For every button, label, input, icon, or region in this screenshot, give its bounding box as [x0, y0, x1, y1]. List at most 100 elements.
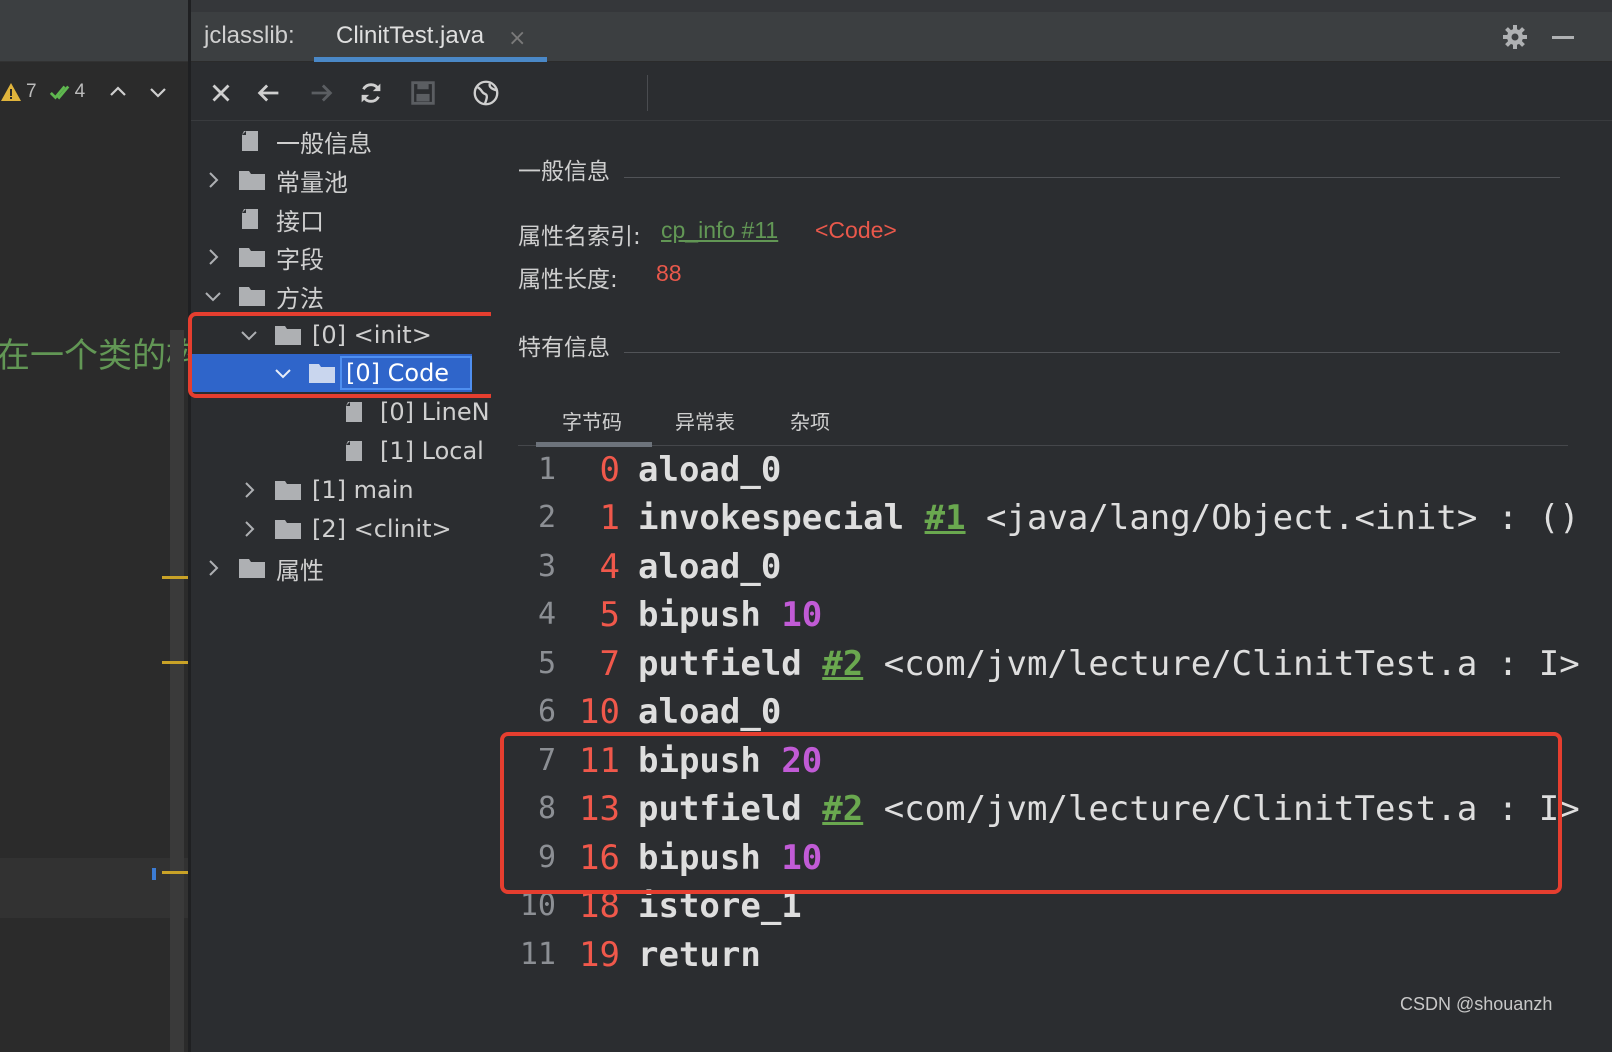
offset: 0: [599, 450, 620, 490]
caret-marker: [152, 868, 156, 880]
tree-item-label: 属性: [276, 556, 324, 585]
tree-item-label: [1] main: [312, 476, 414, 504]
tree-item-interfaces[interactable]: 接口: [238, 200, 324, 238]
scroll-marker[interactable]: [162, 661, 188, 664]
offset: 10: [579, 692, 620, 732]
tree-item-label: [2] <clinit>: [312, 515, 452, 543]
toolbar-separator: [647, 75, 648, 111]
opcode: putfield: [638, 644, 802, 684]
watermark: CSDN @shouanzh: [1400, 994, 1553, 1014]
section-title-specific: 特有信息: [518, 335, 610, 361]
opcode: bipush: [638, 595, 761, 635]
section-divider: [624, 177, 1560, 178]
line-number: 3: [537, 549, 556, 584]
tree-item-line-number-table[interactable]: [0] LineN: [342, 393, 490, 431]
line-number: 6: [537, 694, 556, 729]
tab-bytecode[interactable]: 字节码: [562, 406, 622, 435]
tree-item-label: [1] Local: [380, 437, 484, 465]
chevron-right-icon[interactable]: [238, 479, 260, 501]
scroll-marker[interactable]: [162, 871, 188, 874]
next-highlight-icon[interactable]: [147, 81, 169, 103]
previous-highlight-icon[interactable]: [107, 81, 129, 103]
tree-item-label: 一般信息: [276, 129, 372, 158]
folder-icon: [239, 559, 265, 578]
chevron-right-icon[interactable]: [202, 557, 224, 579]
ref-comment: <java/lang/Object.<init> : (): [986, 498, 1580, 538]
active-tab-indicator: [314, 57, 547, 62]
chevron-right-icon[interactable]: [238, 518, 260, 540]
folder-icon: [239, 287, 265, 306]
opcode: return: [638, 935, 761, 975]
minimize-icon[interactable]: [1552, 36, 1574, 39]
back-icon[interactable]: [253, 77, 285, 109]
tree-item-fields[interactable]: 字段: [202, 238, 324, 276]
line-number: 4: [537, 597, 556, 632]
tree-item-label: [0] LineN: [380, 398, 490, 426]
warning-icon: [1, 83, 21, 101]
tree-item-method-main[interactable]: [1] main: [238, 471, 414, 509]
forward-icon[interactable]: [305, 77, 337, 109]
chevron-right-icon[interactable]: [202, 169, 224, 191]
opcode: aload_0: [638, 450, 782, 490]
double-check-icon: [49, 85, 69, 100]
editor-scrollbar[interactable]: [170, 330, 184, 1052]
detail-tabs: 字节码 异常表 杂项: [518, 400, 1568, 447]
close-icon[interactable]: [205, 77, 237, 109]
offset: 7: [599, 644, 620, 684]
tree-item-label: 字段: [276, 245, 324, 274]
constant-pool-ref-link[interactable]: #1: [925, 498, 966, 538]
tab-label: ClinitTest.java: [336, 22, 485, 49]
tree-item-label: 常量池: [276, 168, 348, 197]
offset: 1: [599, 498, 620, 538]
passed-indicator[interactable]: 4: [49, 81, 98, 103]
passed-count: 4: [74, 81, 86, 102]
warnings-count: 7: [26, 81, 37, 102]
gear-icon[interactable]: [1500, 22, 1530, 52]
toolwindow-header-strip: [191, 0, 1612, 12]
tab-exception-table[interactable]: 异常表: [675, 406, 735, 435]
tree-item-general-info[interactable]: 一般信息: [238, 122, 372, 160]
tab-misc[interactable]: 杂项: [790, 406, 830, 435]
offset: 4: [599, 547, 620, 587]
folder-icon: [275, 520, 301, 539]
file-icon: [242, 131, 258, 151]
chevron-right-icon[interactable]: [202, 246, 224, 268]
tree-item-local-variable-table[interactable]: [1] Local: [342, 432, 484, 470]
folder-icon: [275, 481, 301, 500]
tab-close-icon[interactable]: ×: [508, 26, 526, 51]
web-icon[interactable]: [470, 77, 502, 109]
tree-item-method-clinit[interactable]: [2] <clinit>: [238, 510, 452, 548]
toolwindow-title: jclasslib:: [204, 22, 295, 49]
tree-item-methods[interactable]: 方法: [202, 277, 324, 315]
folder-icon: [239, 171, 265, 190]
attr-name-index-value: <Code>: [815, 217, 897, 243]
line-number: 5: [537, 646, 556, 681]
attr-length-value: 88: [656, 260, 682, 286]
inspection-widget[interactable]: 7 4: [0, 72, 188, 112]
file-icon: [346, 441, 362, 461]
ref-comment: <com/jvm/lecture/ClinitTest.a : I>: [883, 644, 1580, 684]
warnings-indicator[interactable]: 7: [0, 81, 49, 103]
save-icon[interactable]: [407, 77, 439, 109]
tree-item-label: 方法: [276, 284, 324, 313]
attr-length-label: 属性长度:: [518, 267, 618, 293]
chevron-down-icon[interactable]: [202, 285, 224, 307]
scroll-marker[interactable]: [162, 576, 188, 579]
opcode: aload_0: [638, 692, 782, 732]
constant-pool-ref-link[interactable]: #2: [822, 644, 863, 684]
line-number: 1: [537, 452, 556, 487]
attr-name-index-label: 属性名索引:: [518, 224, 641, 250]
refresh-icon[interactable]: [355, 77, 387, 109]
editor-tab-bar: [0, 0, 188, 62]
attr-name-index-link[interactable]: cp_info #11: [661, 217, 778, 244]
tree-item-attributes[interactable]: 属性: [202, 549, 324, 587]
tree-item-constant-pool[interactable]: 常量池: [202, 161, 348, 199]
section-divider: [624, 352, 1560, 353]
offset: 5: [599, 595, 620, 635]
highlight-box-bytecode: [500, 732, 1562, 894]
opcode: aload_0: [638, 547, 782, 587]
current-line-highlight: [0, 858, 188, 918]
offset: 19: [579, 935, 620, 975]
tab-clinittest[interactable]: ClinitTest.java ×: [314, 14, 547, 62]
file-icon: [346, 402, 362, 422]
